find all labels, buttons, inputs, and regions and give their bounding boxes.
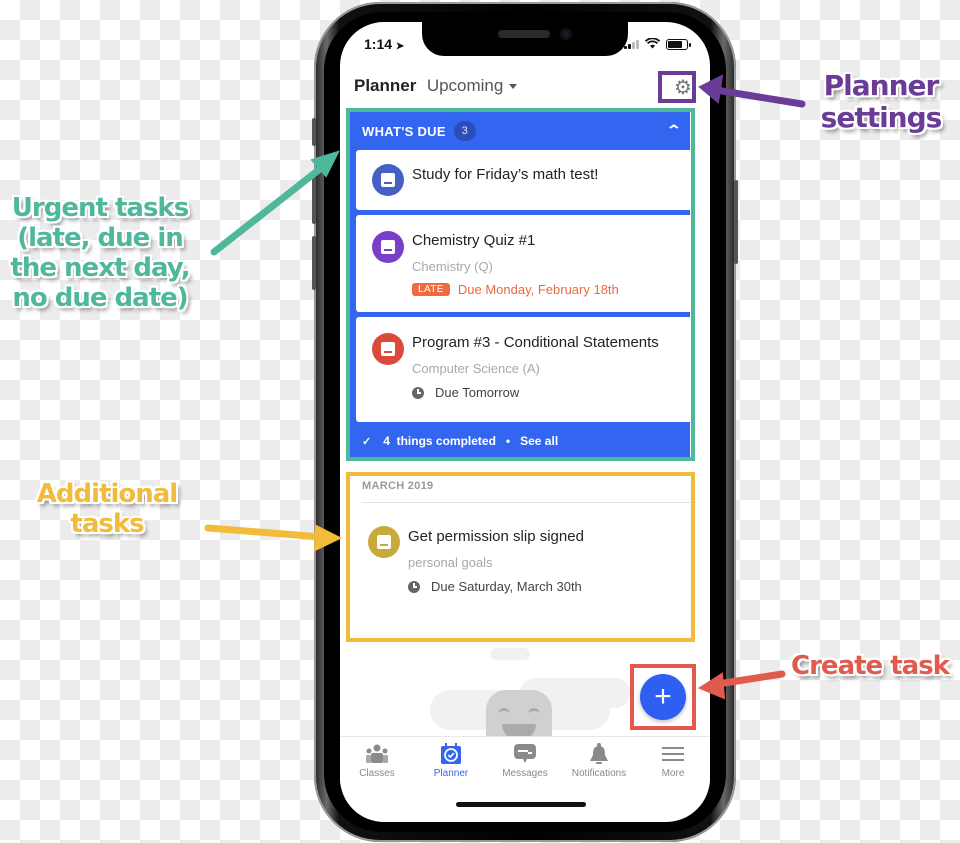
menu-icon	[661, 743, 685, 765]
tab-more[interactable]: More	[636, 737, 710, 786]
mute-switch	[312, 118, 316, 146]
status-time: 1:14 ➤	[364, 36, 405, 52]
create-task-annotation: Create task	[791, 651, 950, 681]
tab-label: More	[661, 768, 685, 779]
messages-icon	[513, 743, 537, 765]
settings-highlight-box	[658, 71, 696, 103]
tab-label: Classes	[359, 768, 395, 779]
urgent-highlight-box	[346, 108, 695, 461]
volume-up-button	[312, 170, 316, 224]
additional-highlight-box	[346, 472, 695, 642]
tab-classes[interactable]: Classes	[340, 737, 414, 786]
wifi-icon	[644, 37, 661, 50]
phone-screen: 1:14 ➤ Planner Upcoming ⚙ WHAT'S DUE 3 ⌃…	[340, 22, 710, 822]
planner-icon	[439, 743, 463, 765]
tab-notifications[interactable]: Notifications	[562, 737, 636, 786]
view-selector-label: Upcoming	[426, 76, 504, 95]
app-header: Planner Upcoming ⚙	[354, 76, 698, 100]
location-arrow-icon: ➤	[395, 41, 405, 52]
tab-label: Planner	[433, 768, 469, 779]
signal-icon	[624, 39, 639, 49]
caret-down-icon	[509, 84, 518, 90]
classes-icon	[365, 743, 389, 765]
view-selector[interactable]: Upcoming	[427, 76, 518, 95]
status-bar: 1:14 ➤	[340, 22, 710, 62]
urgent-tasks-annotation: Urgent tasks (late, due in the next day,…	[10, 193, 190, 313]
status-icons	[624, 37, 691, 50]
tab-bar: Classes Planner Messages Notifications M…	[340, 736, 710, 786]
planner-settings-annotation: Planner settings	[820, 69, 943, 135]
tab-planner[interactable]: Planner	[414, 737, 488, 786]
tab-messages[interactable]: Messages	[488, 737, 562, 786]
tab-label: Messages	[502, 768, 548, 779]
home-indicator	[456, 802, 586, 807]
cloud-decoration	[490, 648, 530, 660]
battery-icon	[666, 38, 691, 50]
bell-icon	[587, 743, 611, 765]
volume-down-button	[312, 236, 316, 290]
tab-label: Notifications	[571, 768, 627, 779]
additional-tasks-annotation: Additional tasks	[36, 479, 178, 539]
create-highlight-box	[630, 664, 696, 730]
page-title: Planner	[354, 76, 417, 95]
power-button	[734, 180, 738, 264]
